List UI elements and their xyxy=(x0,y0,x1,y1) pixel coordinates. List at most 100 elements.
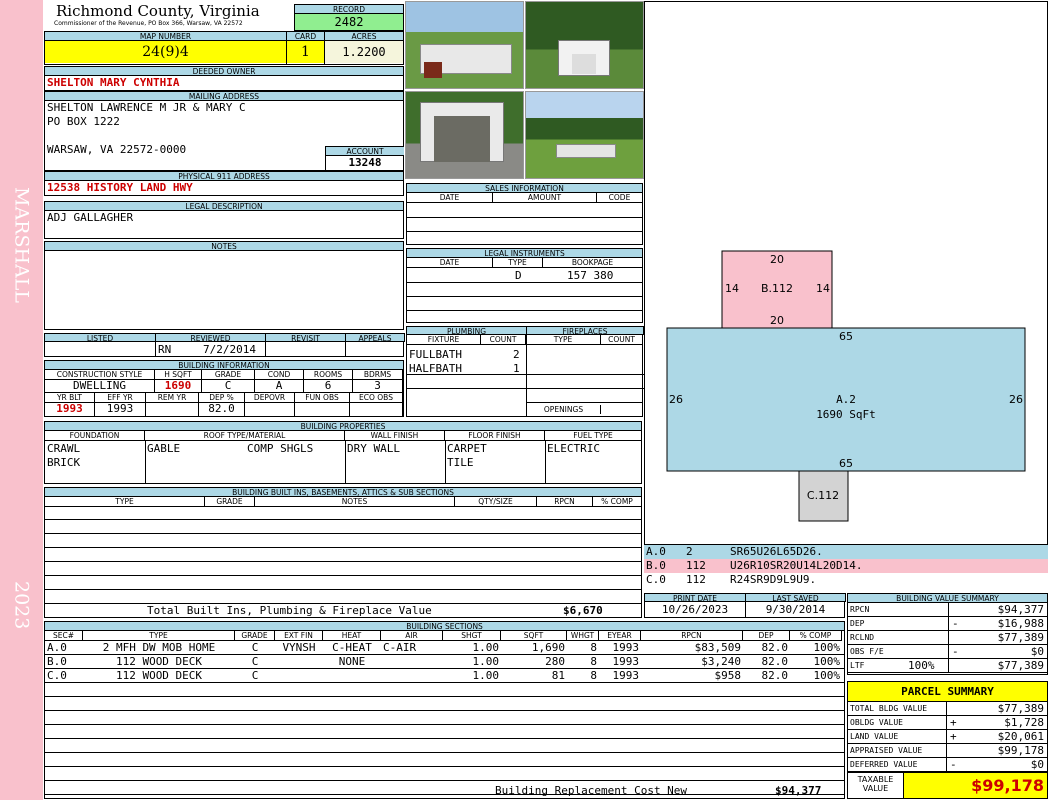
side-strip xyxy=(0,0,43,800)
sales-date-label: DATE xyxy=(407,193,493,203)
bi-value: 1690 xyxy=(155,380,202,393)
account-value: 13248 xyxy=(348,156,382,169)
appeals-label: APPEALS xyxy=(345,333,405,342)
section-cell: 82.0 xyxy=(761,669,789,682)
acres-label: ACRES xyxy=(325,32,403,41)
c-label: C.112 xyxy=(807,489,839,502)
section-cell: 8 xyxy=(590,669,597,682)
section-cell: C xyxy=(251,641,259,654)
sales-amount-label: AMOUNT xyxy=(493,193,597,203)
b-right-dim: 14 xyxy=(816,282,830,295)
legal-label: LEGAL DESCRIPTION xyxy=(45,202,403,211)
section-cell: A.0 xyxy=(47,641,67,654)
county-title: Richmond County, Virginia xyxy=(56,2,260,20)
a-bottom-dim: 65 xyxy=(839,457,853,470)
notes-box: NOTES xyxy=(44,241,404,330)
section-cell: 1993 xyxy=(612,641,640,654)
reviewer: RN xyxy=(158,343,172,356)
section-header: SQFT xyxy=(501,631,567,641)
bi-value xyxy=(295,403,350,416)
vector-id: A.0 xyxy=(646,545,666,558)
last-saved: 9/30/2014 xyxy=(765,603,826,616)
value-summary-box: BUILDING VALUE SUMMARY RPCN $94,377 DEP … xyxy=(847,593,1048,675)
section-header: TYPE xyxy=(83,631,235,641)
b-label: B.112 xyxy=(761,282,793,295)
header-block: Richmond County, Virginia Commissioner o… xyxy=(44,3,294,31)
plumbing-label: PLUMBING xyxy=(406,326,527,335)
section-cell: 2 MFH DW MOB HOME xyxy=(102,641,216,654)
account-label: ACCOUNT xyxy=(326,147,404,156)
plumbing-count-label: COUNT xyxy=(481,335,526,345)
vs-value: $94,377 xyxy=(997,603,1044,616)
floor-label: FLOOR FINISH xyxy=(445,431,545,441)
sections-label: BUILDING SECTIONS xyxy=(45,622,844,631)
photo-home-front xyxy=(405,1,524,89)
section-cell: 1.00 xyxy=(472,655,500,668)
bi-type-label: TYPE xyxy=(45,497,205,507)
record-box: RECORD 2482 xyxy=(294,4,404,31)
taxable-label-2: VALUE xyxy=(862,784,889,793)
bi-comp-label: % COMP xyxy=(593,497,641,507)
section-header: RPCN xyxy=(641,631,743,641)
builtins-total-value: $6,670 xyxy=(563,604,603,617)
roof-material: COMP SHGLS xyxy=(247,442,314,455)
section-cell: 81 xyxy=(551,669,565,682)
fullbath-label: FULLBATH xyxy=(409,348,462,361)
li-type-label: TYPE xyxy=(493,258,543,268)
parcel-summary-title: PARCEL SUMMARY xyxy=(848,682,1047,702)
bi-value: 1993 xyxy=(95,403,146,416)
a-right-dim: 26 xyxy=(1009,393,1023,406)
builtins-label: BUILDING BUILT INS, BASEMENTS, ATTICS & … xyxy=(45,488,641,497)
roof-label: ROOF TYPE/MATERIAL xyxy=(145,431,345,441)
section-header: EXT FIN xyxy=(275,631,323,641)
bi-qty-label: QTY/SIZE xyxy=(455,497,537,507)
owner-label: DEEDED OWNER xyxy=(45,67,403,76)
foundation-2: BRICK xyxy=(47,456,81,469)
taxable-label-1: TAXABLE xyxy=(857,775,894,784)
section-cell: 1993 xyxy=(612,655,640,668)
fp-count-label: COUNT xyxy=(601,335,642,345)
bi-value: DWELLING xyxy=(45,380,155,393)
builtins-total-label: Total Built Ins, Plumbing & Fireplace Va… xyxy=(147,604,432,617)
district-label: MARSHALL xyxy=(10,186,33,304)
replacement-cost-value: $94,377 xyxy=(775,784,822,797)
floor-2: TILE xyxy=(447,456,474,469)
legal-box: LEGAL DESCRIPTION ADJ GALLAGHER xyxy=(44,201,404,239)
map-row: MAP NUMBER 24(9)4 CARD 1 ACRES 1.2200 xyxy=(44,31,404,65)
li-date-label: DATE xyxy=(407,258,493,268)
section-header: EYEAR xyxy=(599,631,641,641)
vector-string: U26R10SR20U14L20D14. xyxy=(730,559,863,572)
section-cell: 82.0 xyxy=(761,641,789,654)
sections-box: BUILDING SECTIONS SEC# TYPE GRADE EXT FIN HE… xyxy=(44,621,845,799)
legal-instruments-box: LEGAL INSTRUMENTS DATE TYPE BOOKPAGE D 1… xyxy=(406,248,643,323)
vs-label: RCLND xyxy=(850,633,875,642)
section-cell: 1.00 xyxy=(472,669,500,682)
vs-sign: 100% xyxy=(908,659,935,672)
fp-type-label: TYPE xyxy=(526,335,601,345)
vector-code: 112 xyxy=(686,573,706,586)
vector-code: 112 xyxy=(686,559,706,572)
building-sketch: 20 B.112 14 14 20 65 26 26 A.2 1690 SqFt… xyxy=(666,250,1026,522)
ps-label: LAND VALUE xyxy=(850,732,899,741)
floor-1: CARPET xyxy=(447,442,487,455)
section-header: AIR xyxy=(381,631,443,641)
photo-carport xyxy=(405,91,524,179)
a-top-dim: 65 xyxy=(839,330,853,343)
commissioner-text: Commissioner of the Revenue, PO Box 366,… xyxy=(54,20,243,27)
vector-string: R24SR9D9L9U9. xyxy=(730,573,817,586)
section-cell: B.0 xyxy=(47,655,67,668)
section-cell: C xyxy=(251,669,259,682)
vector-id: B.0 xyxy=(646,559,666,572)
plumbing-fireplace-box: PLUMBING FIREPLACES FIXTURE COUNT TYPE C… xyxy=(406,326,644,417)
section-header: SEC# xyxy=(45,631,83,641)
fullbath-count: 2 xyxy=(513,348,520,361)
ps-sign: + xyxy=(950,730,957,743)
section-cell: C xyxy=(251,655,259,668)
vs-value: $77,389 xyxy=(997,631,1044,644)
vs-value: $77,389 xyxy=(997,659,1044,672)
vs-value: $16,988 xyxy=(997,617,1044,630)
section-header: HEAT xyxy=(323,631,381,641)
ps-label: DEFERRED VALUE xyxy=(850,760,918,769)
section-cell: 1,690 xyxy=(531,641,565,654)
ps-label: TOTAL BLDG VALUE xyxy=(850,704,928,713)
